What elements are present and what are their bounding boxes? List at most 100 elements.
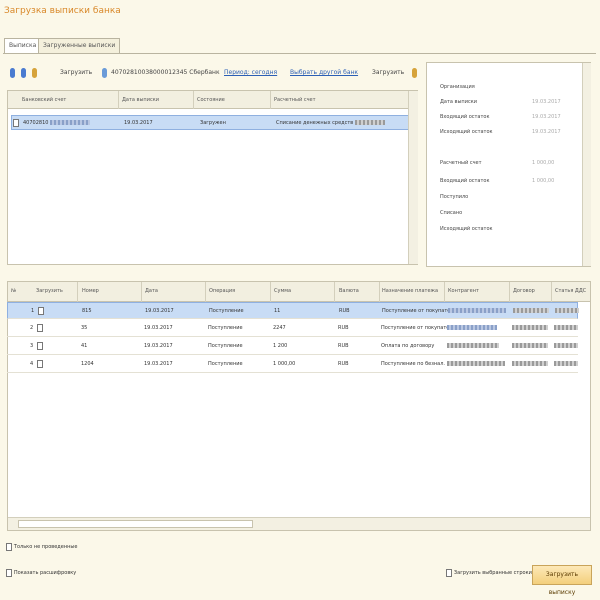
op-date: 19.03.2017 bbox=[145, 308, 174, 314]
op-number: 815 bbox=[82, 308, 92, 314]
account-text[interactable]: 40702810038000012345 Сбербанк bbox=[111, 69, 220, 76]
col-date[interactable]: Дата выписки bbox=[122, 97, 159, 103]
op-checkbox[interactable] bbox=[37, 324, 43, 332]
operation-row[interactable]: 4 1204 19.03.2017 Поступление 1 000,00 R… bbox=[7, 356, 578, 373]
col-contract[interactable]: Договор bbox=[513, 288, 535, 294]
op-counterparty bbox=[448, 308, 506, 314]
col-number[interactable]: Номер bbox=[82, 288, 99, 294]
settings-icon[interactable] bbox=[21, 68, 26, 78]
show-details-label: Показать расшифровку bbox=[13, 570, 77, 576]
op-currency: RUB bbox=[338, 325, 349, 331]
window-title: Загрузка выписки банка bbox=[4, 6, 121, 16]
op-cashflow bbox=[555, 308, 579, 314]
op-operation: Поступление bbox=[208, 343, 243, 349]
op-contract bbox=[513, 308, 549, 314]
show-details-option[interactable]: Показать расшифровку bbox=[6, 569, 76, 577]
op-contract bbox=[512, 325, 548, 331]
info-label-written-off: Списано bbox=[440, 210, 463, 216]
row-date: 19.03.2017 bbox=[124, 120, 153, 126]
op-date: 19.03.2017 bbox=[144, 343, 173, 349]
tab-divider bbox=[3, 53, 596, 54]
col-cashflow[interactable]: Статья ДДС bbox=[555, 288, 586, 294]
toolbar-load-right-label: Загрузить bbox=[372, 69, 405, 76]
info-label-received: Поступило bbox=[440, 194, 469, 200]
operations-header: № Загрузить Номер Дата Операция Сумма Ва… bbox=[8, 282, 590, 302]
col-load[interactable]: Загрузить bbox=[36, 288, 63, 294]
op-purpose: Поступление от покупателя bbox=[382, 308, 457, 314]
col-currency[interactable]: Валюта bbox=[339, 288, 359, 294]
info-value-account: 1 000,00 bbox=[532, 160, 555, 166]
op-counterparty bbox=[447, 361, 505, 367]
op-cashflow bbox=[554, 361, 578, 367]
operations-hscroll[interactable] bbox=[8, 517, 590, 530]
col-date-op[interactable]: Дата bbox=[145, 288, 158, 294]
choose-bank-link[interactable]: Выбрать другой банк bbox=[290, 69, 358, 76]
hscroll-thumb[interactable] bbox=[18, 520, 253, 528]
period-link[interactable]: Период: сегодня bbox=[224, 69, 277, 76]
info-icon[interactable] bbox=[32, 68, 37, 78]
op-num: 4 bbox=[30, 361, 34, 367]
col-account[interactable]: Банковский счет bbox=[22, 97, 66, 103]
col-purpose[interactable]: Назначение платежа bbox=[382, 288, 438, 294]
info-value-in: 19.03.2017 bbox=[532, 114, 561, 120]
not-posted-option[interactable]: Только не проведенные bbox=[6, 543, 77, 551]
op-sum: 1 200 bbox=[273, 343, 288, 349]
op-checkbox[interactable] bbox=[37, 360, 43, 368]
toolbar-load-label: Загрузить bbox=[60, 69, 93, 76]
op-purpose: Поступление от покупателя bbox=[381, 325, 456, 331]
statement-list-header: Банковский счет Дата выписки Состояние Р… bbox=[8, 91, 417, 109]
statement-list-scrollbar[interactable] bbox=[408, 91, 418, 264]
row-settlement: Списание денежных средств bbox=[276, 120, 385, 126]
info-scrollbar[interactable] bbox=[582, 63, 591, 266]
op-operation: Поступление bbox=[208, 325, 243, 331]
info-label-account: Расчетный счет bbox=[440, 160, 482, 166]
col-sum[interactable]: Сумма bbox=[274, 288, 291, 294]
tab-statement[interactable]: Выписка bbox=[4, 38, 42, 54]
op-sum: 2247 bbox=[273, 325, 286, 331]
tab-loaded-statements[interactable]: Загруженные выписки bbox=[38, 38, 121, 53]
op-operation: Поступление bbox=[208, 361, 243, 367]
op-num: 1 bbox=[31, 308, 35, 314]
row-account: 40702810 bbox=[23, 120, 91, 126]
col-operation[interactable]: Операция bbox=[209, 288, 235, 294]
op-cashflow bbox=[554, 343, 578, 349]
op-num: 2 bbox=[30, 325, 34, 331]
op-counterparty bbox=[447, 343, 499, 349]
col-status[interactable]: Состояние bbox=[197, 97, 225, 103]
op-contract bbox=[512, 343, 548, 349]
operation-row[interactable]: 2 35 19.03.2017 Поступление 2247 RUB Пос… bbox=[7, 320, 578, 337]
load-icon[interactable] bbox=[412, 68, 417, 78]
op-sum: 11 bbox=[274, 308, 281, 314]
operation-row[interactable]: 3 41 19.03.2017 Поступление 1 200 RUB Оп… bbox=[7, 338, 578, 355]
col-num[interactable]: № bbox=[11, 288, 16, 294]
op-purpose: Оплата по договору bbox=[381, 343, 435, 349]
info-label-in-balance2: Входящий остаток bbox=[440, 178, 490, 184]
col-settlement[interactable]: Расчетный счет bbox=[274, 97, 316, 103]
op-cashflow bbox=[554, 325, 578, 331]
op-checkbox[interactable] bbox=[37, 342, 43, 350]
refresh-icon[interactable] bbox=[10, 68, 15, 78]
info-value-in2: 1 000,00 bbox=[532, 178, 555, 184]
op-number: 35 bbox=[81, 325, 88, 331]
bank-icon bbox=[102, 68, 107, 78]
op-date: 19.03.2017 bbox=[144, 325, 173, 331]
statement-row[interactable]: 40702810 19.03.2017 Загружен Списание де… bbox=[11, 115, 415, 130]
op-checkbox[interactable] bbox=[38, 307, 44, 315]
load-statement-button[interactable]: Загрузить выписку bbox=[532, 565, 592, 596]
info-label-org: Организация bbox=[440, 84, 475, 90]
load-selected-option[interactable]: Загрузить выбранные строки bbox=[446, 569, 532, 577]
load-selected-checkbox[interactable] bbox=[446, 569, 452, 577]
col-counterparty[interactable]: Контрагент bbox=[448, 288, 479, 294]
statement-list: Банковский счет Дата выписки Состояние Р… bbox=[7, 90, 418, 265]
info-label-out-balance: Исходящий остаток bbox=[440, 129, 493, 135]
row-checkbox[interactable] bbox=[13, 119, 19, 127]
op-counterparty bbox=[447, 325, 497, 331]
op-sum: 1 000,00 bbox=[273, 361, 296, 367]
op-number: 41 bbox=[81, 343, 88, 349]
show-details-checkbox[interactable] bbox=[6, 569, 12, 577]
operation-row[interactable]: 1 815 19.03.2017 Поступление 11 RUB Пост… bbox=[7, 302, 579, 319]
op-date: 19.03.2017 bbox=[144, 361, 173, 367]
info-label-in-balance: Входящий остаток bbox=[440, 114, 490, 120]
info-label-out-balance2: Исходящий остаток bbox=[440, 226, 493, 232]
not-posted-checkbox[interactable] bbox=[6, 543, 12, 551]
